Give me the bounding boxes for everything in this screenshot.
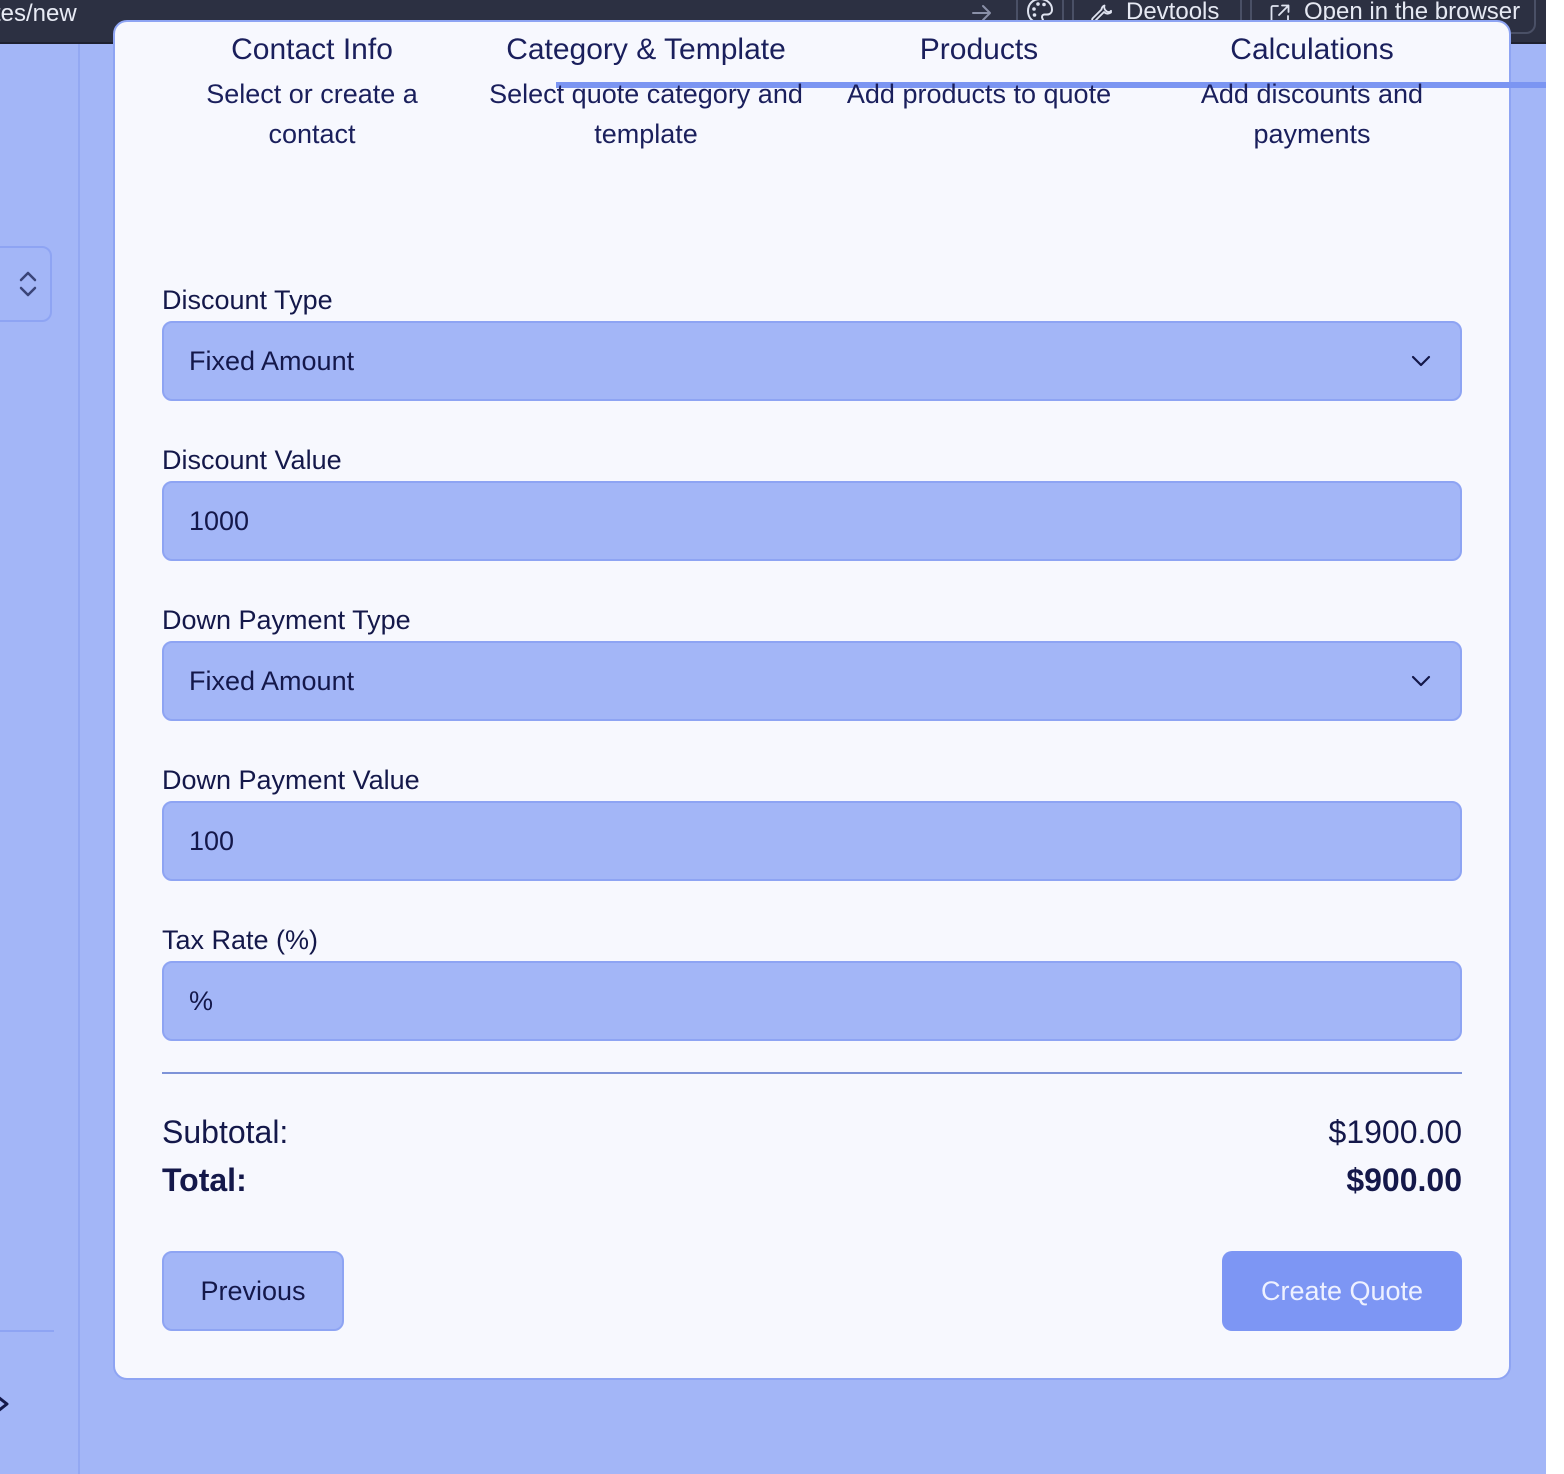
step-description: Add products to quote [846, 79, 1112, 109]
down-payment-value-text: 100 [189, 825, 235, 856]
down-payment-type-select[interactable]: Fixed Amount [162, 641, 1462, 721]
step-calculations[interactable]: Calculations Add discounts and payments [1158, 26, 1466, 154]
step-description: Select quote category and template [489, 79, 803, 149]
discount-value-text: 1000 [189, 505, 250, 536]
step-title: Category & Template [506, 33, 786, 66]
subtotal-label: Subtotal: [162, 1114, 289, 1150]
step-products[interactable]: Products Add products to quote [816, 26, 1142, 114]
discount-value-input[interactable]: 1000 [162, 481, 1462, 561]
step-title: Contact Info [231, 33, 393, 66]
previous-button[interactable]: Previous [162, 1251, 344, 1331]
step-contact-info[interactable]: Contact Info Select or create a contact [160, 26, 464, 154]
discount-type-select[interactable]: Fixed Amount [162, 321, 1462, 401]
url-bar[interactable]: tes/new [0, 0, 77, 28]
total-value: $900.00 [1346, 1162, 1462, 1198]
down-payment-type-value: Fixed Amount [189, 665, 355, 696]
window-edge [1546, 0, 1564, 1474]
tax-rate-label: Tax Rate (%) [162, 925, 319, 955]
step-description: Add discounts and payments [1200, 79, 1424, 149]
step-category-template[interactable]: Category & Template Select quote categor… [488, 26, 804, 154]
chevron-up-down-icon [19, 271, 37, 297]
discount-type-label: Discount Type [162, 285, 333, 315]
chevron-down-icon [1411, 675, 1431, 687]
chevron-down-icon [1411, 355, 1431, 367]
down-payment-value-label: Down Payment Value [162, 765, 420, 795]
tax-rate-placeholder: % [189, 985, 214, 1016]
summary-divider [162, 1072, 1462, 1074]
subtotal-value: $1900.00 [1328, 1114, 1462, 1150]
step-title: Calculations [1230, 33, 1394, 66]
discount-type-value: Fixed Amount [189, 345, 355, 376]
tax-rate-input[interactable]: % [162, 961, 1462, 1041]
sidebar-collapse-button[interactable] [0, 246, 52, 322]
step-description: Select or create a contact [206, 79, 418, 149]
discount-value-label: Discount Value [162, 445, 342, 475]
sidebar-border [78, 44, 80, 1474]
expand-arrow-icon[interactable] [0, 1392, 14, 1416]
total-label: Total: [162, 1162, 247, 1198]
down-payment-type-label: Down Payment Type [162, 605, 411, 635]
sidebar-divider [0, 1330, 54, 1332]
step-title: Products [919, 33, 1039, 66]
create-quote-button[interactable]: Create Quote [1222, 1251, 1462, 1331]
down-payment-value-input[interactable]: 100 [162, 801, 1462, 881]
